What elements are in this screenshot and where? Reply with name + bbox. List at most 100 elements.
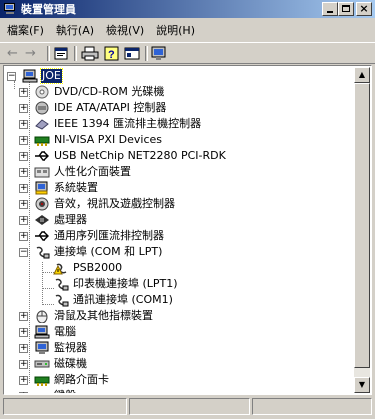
menu-view[interactable]: 檢視(V) — [100, 22, 150, 38]
maximize-button[interactable] — [338, 2, 354, 16]
expand-expander[interactable]: + — [19, 216, 28, 225]
view-icon[interactable] — [124, 46, 140, 61]
window-title: 裝置管理員 — [21, 3, 76, 16]
ide-controller-icon — [34, 101, 50, 115]
scroll-up-button[interactable]: ▲ — [354, 67, 370, 83]
tree-item[interactable]: + 網路介面卡 — [19, 372, 110, 388]
tree-item[interactable]: + 磁碟機 — [19, 356, 88, 372]
tree-item[interactable]: − 連接埠 (COM 和 LPT) — [19, 244, 163, 260]
help-icon[interactable]: ? — [104, 46, 120, 61]
collapse-expander[interactable]: − — [19, 248, 28, 257]
expand-expander[interactable]: + — [19, 120, 28, 129]
device-manager-window: 裝置管理員 × 檔案(F) 執行(A) 檢視(V) 說明(H) ← → ? − … — [0, 0, 375, 419]
vertical-scrollbar[interactable]: ▲ ▼ — [354, 67, 370, 393]
scroll-thumb[interactable] — [354, 83, 370, 368]
properties-icon[interactable] — [53, 46, 69, 61]
status-cell — [3, 398, 127, 415]
close-icon: × — [359, 2, 369, 15]
scroll-down-button[interactable]: ▼ — [354, 377, 370, 393]
tree-item-label: 電腦 — [54, 325, 76, 338]
keyboard-icon — [34, 389, 50, 393]
scan-hardware-icon[interactable] — [151, 46, 167, 61]
tree-item-label: 通訊連接埠 (COM1) — [73, 293, 173, 306]
svg-text:?: ? — [108, 49, 115, 61]
mouse-icon — [34, 309, 50, 324]
expand-expander[interactable]: + — [19, 200, 28, 209]
title-bar[interactable]: 裝置管理員 × — [0, 0, 375, 18]
tree-item[interactable]: + IEEE 1394 匯流排主機控制器 — [19, 116, 202, 132]
expand-expander[interactable]: + — [19, 232, 28, 241]
expand-expander[interactable]: + — [19, 88, 28, 97]
expand-expander[interactable]: + — [19, 376, 28, 385]
tree-root-computer[interactable]: − JOE — [7, 68, 63, 84]
tree-item[interactable]: + 系統裝置 — [19, 180, 99, 196]
tree-item-label: 音效，視訊及遊戲控制器 — [54, 197, 175, 210]
tree-item[interactable]: + 電腦 — [19, 324, 77, 340]
tree-item[interactable]: + 滑鼠及其他指標裝置 — [19, 308, 154, 324]
tree-item[interactable]: + NI-VISA PXI Devices — [19, 132, 163, 148]
status-cell — [252, 398, 372, 415]
toolbar: ← → ? — [0, 42, 375, 64]
menu-file[interactable]: 檔案(F) — [0, 22, 50, 38]
tree-root-label: JOE — [40, 68, 63, 84]
port-icon — [34, 245, 50, 259]
tree-item[interactable]: + 音效，視訊及遊戲控制器 — [19, 196, 176, 212]
tree-item[interactable]: + 監視器 — [19, 340, 88, 356]
menu-action[interactable]: 執行(A) — [50, 22, 100, 38]
ieee1394-icon — [34, 117, 50, 131]
device-tree-panel[interactable]: − JOE + DVD/CD-ROM 光碟機 + IDE ATA/ATAPI 控制器 +… — [3, 65, 372, 395]
expand-expander[interactable]: + — [19, 344, 28, 353]
toolbar-separator — [47, 46, 50, 61]
maximize-icon — [342, 5, 350, 12]
tree-item[interactable]: + 通用序列匯流排控制器 — [19, 228, 165, 244]
system-device-icon — [34, 181, 50, 195]
computer-icon — [34, 325, 50, 339]
port-warning-icon — [53, 261, 69, 275]
tree-item-label: USB NetChip NET2280 PCI-RDK — [54, 149, 226, 162]
expand-expander[interactable]: + — [19, 392, 28, 393]
tree-item[interactable]: 通訊連接埠 (COM1) — [53, 292, 174, 308]
tree-item[interactable]: 印表機連接埠 (LPT1) — [53, 276, 179, 292]
tree-item-label: 印表機連接埠 (LPT1) — [73, 277, 178, 290]
tree-item-label: PSB2000 — [73, 261, 123, 274]
print-icon[interactable] — [81, 46, 99, 61]
usb-device-icon — [34, 149, 50, 163]
menu-bar: 檔案(F) 執行(A) 檢視(V) 說明(H) — [0, 21, 375, 39]
tree-item[interactable]: + DVD/CD-ROM 光碟機 — [19, 84, 165, 100]
minimize-icon — [327, 11, 333, 13]
collapse-expander[interactable]: − — [7, 72, 16, 81]
expand-expander[interactable]: + — [19, 104, 28, 113]
tree-item[interactable]: + USB NetChip NET2280 PCI-RDK — [19, 148, 227, 164]
back-arrow-icon[interactable]: ← — [7, 46, 23, 61]
tree-item-label: DVD/CD-ROM 光碟機 — [54, 85, 165, 98]
tree-item[interactable]: + 鍵盤 — [19, 388, 77, 393]
tree-item-label: 監視器 — [54, 341, 87, 354]
tree-item-label: 系統裝置 — [54, 181, 98, 194]
expand-expander[interactable]: + — [19, 184, 28, 193]
cdrom-icon — [34, 85, 50, 99]
expand-expander[interactable]: + — [19, 328, 28, 337]
menu-help[interactable]: 說明(H) — [150, 22, 201, 38]
toolbar-separator — [74, 46, 77, 61]
processor-icon — [34, 213, 50, 227]
tree-item-label: 處理器 — [54, 213, 87, 226]
expand-expander[interactable]: + — [19, 136, 28, 145]
forward-arrow-icon[interactable]: → — [25, 46, 41, 61]
minimize-button[interactable] — [322, 2, 338, 16]
status-bar — [3, 398, 372, 416]
device-manager-icon — [3, 3, 17, 15]
expand-expander[interactable]: + — [19, 152, 28, 161]
tree-item-label: IDE ATA/ATAPI 控制器 — [54, 101, 167, 114]
tree-item-label: IEEE 1394 匯流排主機控制器 — [54, 117, 202, 130]
tree-item[interactable]: + 處理器 — [19, 212, 88, 228]
tree-item-label: 磁碟機 — [54, 357, 87, 370]
expand-expander[interactable]: + — [19, 360, 28, 369]
tree-item[interactable]: PSB2000 — [53, 260, 123, 276]
close-button[interactable]: × — [356, 2, 372, 16]
tree-item[interactable]: + IDE ATA/ATAPI 控制器 — [19, 100, 167, 116]
expand-expander[interactable]: + — [19, 168, 28, 177]
tree-item[interactable]: + 人性化介面裝置 — [19, 164, 132, 180]
expand-expander[interactable]: + — [19, 312, 28, 321]
tree-item-label: 滑鼠及其他指標裝置 — [54, 309, 153, 322]
usb-controller-icon — [34, 229, 50, 243]
